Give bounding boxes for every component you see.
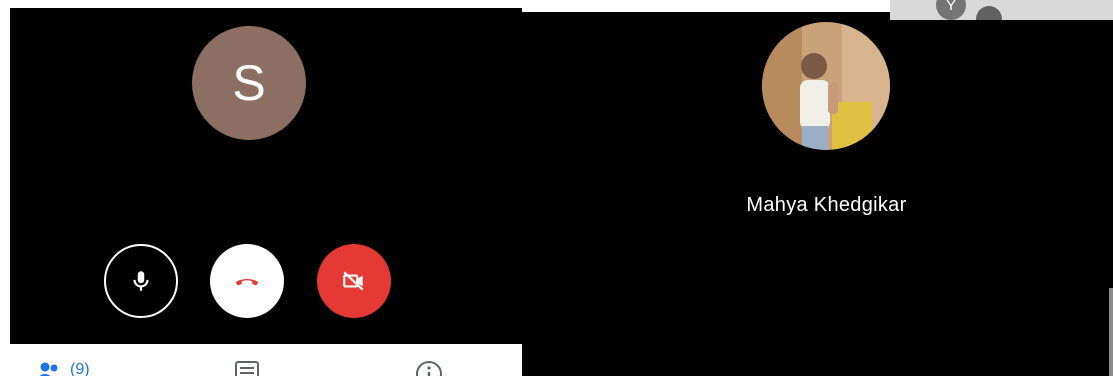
participant-photo (762, 22, 890, 150)
end-call-button[interactable] (210, 244, 284, 318)
hang-up-icon (235, 278, 259, 286)
participant-name: Mahya Khedgikar (746, 194, 907, 216)
participant-count: (9) (70, 361, 90, 376)
chat-icon (235, 361, 259, 376)
scrollbar[interactable] (1109, 288, 1113, 376)
mic-button[interactable] (104, 244, 178, 318)
camera-button[interactable] (317, 244, 391, 318)
chat-tab[interactable] (234, 360, 260, 376)
microphone-icon (133, 271, 149, 291)
self-avatar: Y (936, 0, 966, 20)
self-preview[interactable]: Y (890, 0, 1113, 20)
camera-off-icon (343, 271, 364, 291)
bottom-tab-bar: (9) (10, 344, 522, 376)
people-tab[interactable]: (9) (36, 360, 90, 376)
self-indicator (976, 6, 1002, 20)
participant-avatar: S (192, 26, 306, 140)
call-controls (10, 244, 522, 324)
info-icon (416, 361, 442, 376)
people-icon (39, 362, 58, 376)
left-video-tile: S (9) (10, 8, 522, 376)
info-tab[interactable] (415, 360, 443, 376)
right-video-tile: Mahya Khedgikar (522, 12, 1113, 376)
